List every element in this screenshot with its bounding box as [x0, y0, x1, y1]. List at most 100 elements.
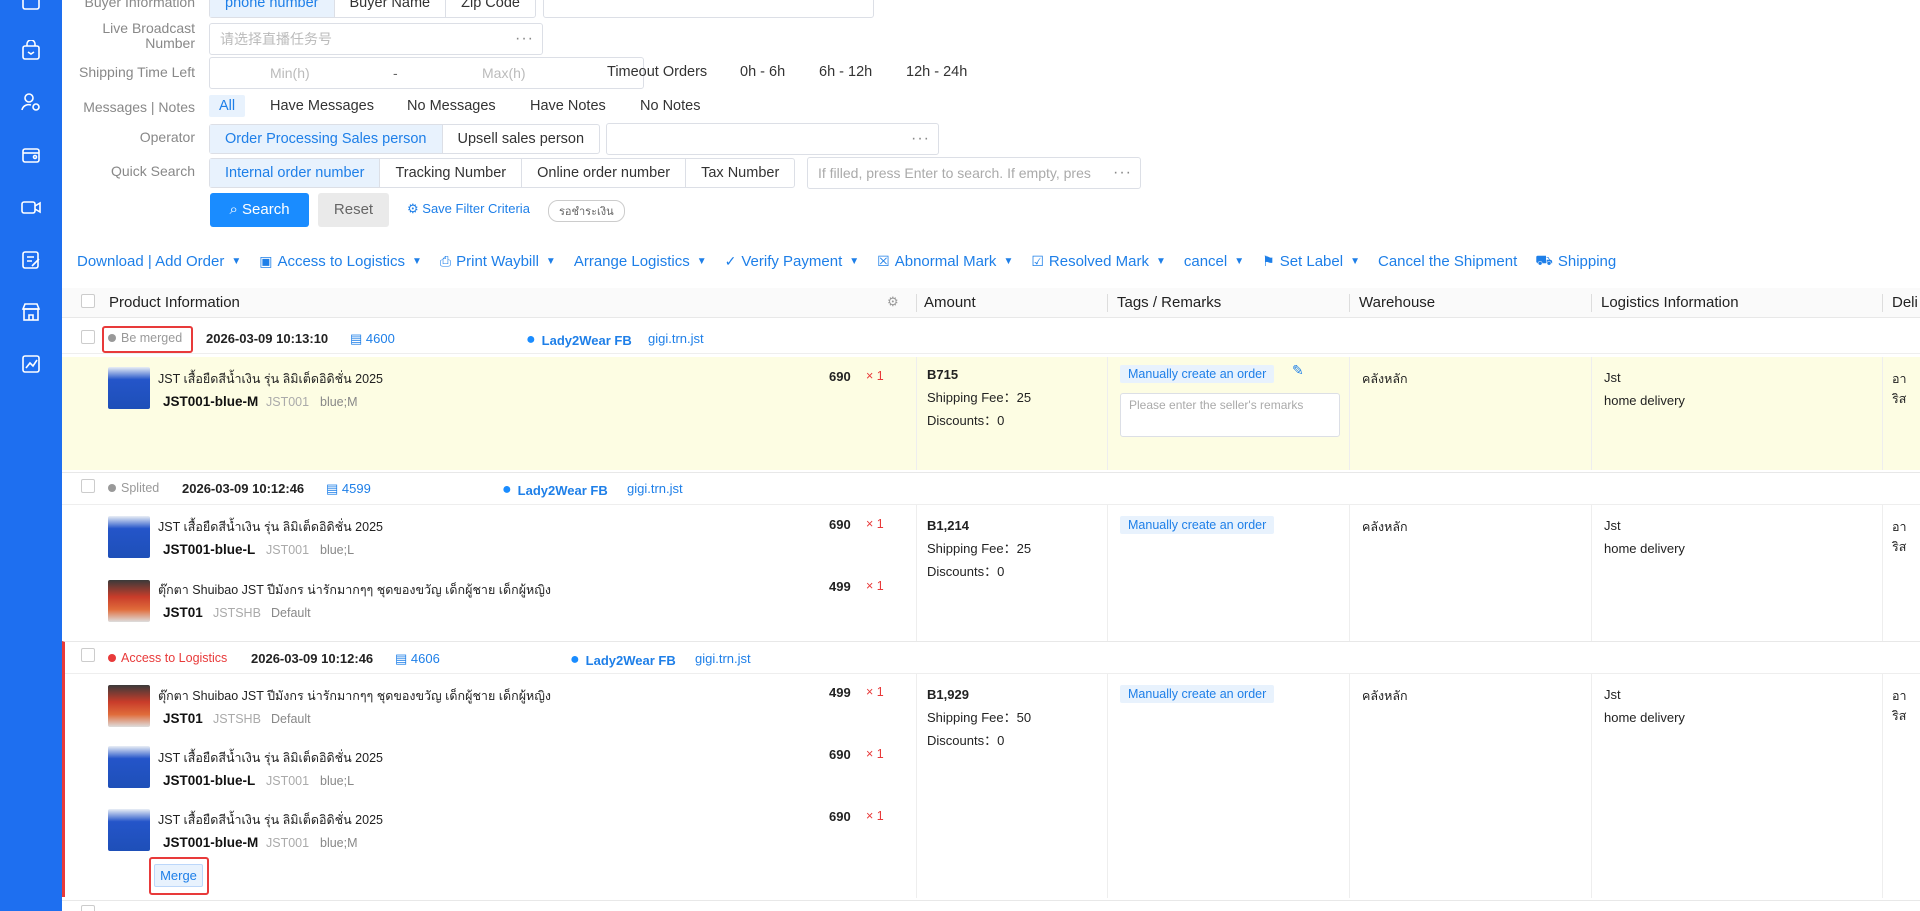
logistics-company: Jst: [1604, 518, 1621, 533]
shipping-time-label: Shipping Time Left: [79, 64, 195, 80]
warehouse-name: คลังหลัก: [1362, 520, 1408, 534]
live-broadcast-select[interactable]: 请选择直播任务号 ···: [209, 23, 543, 55]
product-variant: blue;M: [320, 836, 358, 850]
video-icon[interactable]: [20, 196, 42, 218]
search-button[interactable]: ⌕ Search: [210, 193, 309, 227]
order-header: Access to Logistics 2026-03-09 10:12:46 …: [65, 642, 1920, 674]
max-hours-input[interactable]: Max(h): [482, 58, 526, 88]
abnormal-mark-menu[interactable]: ☒ Abnormal Mark ▼: [877, 252, 1013, 271]
select-all-checkbox[interactable]: [81, 294, 95, 308]
order-date: 2026-03-09 10:13:10: [206, 331, 329, 346]
product-thumbnail: [108, 367, 150, 409]
option-order-processing[interactable]: Order Processing Sales person: [210, 125, 443, 153]
dashboard-icon[interactable]: [20, 0, 42, 14]
cancel-menu[interactable]: cancel ▼: [1184, 252, 1244, 271]
order-checkbox[interactable]: [81, 330, 95, 344]
order-checkbox[interactable]: [81, 905, 95, 911]
chevron-down-icon: ▼: [1155, 256, 1166, 267]
download-add-order-menu[interactable]: Download | Add Order ▼: [77, 252, 241, 271]
min-hours-input[interactable]: Min(h): [270, 58, 310, 88]
user-settings-icon[interactable]: [20, 91, 42, 113]
have-messages-option[interactable]: Have Messages: [270, 98, 374, 114]
order-tag: Manually create an order: [1120, 365, 1275, 383]
discounts: Discounts：0: [927, 413, 1005, 428]
discounts: Discounts：0: [927, 564, 1005, 579]
cancel-shipment-button[interactable]: Cancel the Shipment: [1378, 252, 1517, 271]
option-zip-code[interactable]: Zip Code: [446, 0, 535, 17]
col-divider: [1107, 294, 1108, 312]
shipping-button[interactable]: ⛟ Shipping: [1535, 252, 1616, 271]
timeout-6-12h-option[interactable]: 6h - 12h: [819, 64, 872, 80]
shop-account: gigi.trn.jst: [648, 331, 704, 346]
timeout-0-6h-option[interactable]: 0h - 6h: [740, 64, 785, 80]
cell-divider: [916, 357, 917, 470]
column-settings-icon[interactable]: ⚙: [887, 294, 899, 310]
save-filter-link[interactable]: ⚙ Save Filter Criteria: [407, 201, 530, 217]
chevron-down-icon: ▼: [849, 256, 860, 267]
order-id-link[interactable]: ▤ 4600: [350, 331, 395, 347]
logistics-company: Jst: [1604, 370, 1621, 385]
product-price: 690: [829, 517, 851, 532]
status-badge: Splited: [108, 481, 159, 495]
timeout-12-24h-option[interactable]: 12h - 24h: [906, 64, 967, 80]
cell-divider: [1591, 674, 1592, 898]
shopping-bag-icon[interactable]: [20, 39, 42, 62]
product-variant: Default: [271, 606, 311, 620]
set-label-menu[interactable]: ⚑ Set Label ▼: [1262, 252, 1360, 271]
next-order-row: [62, 900, 1920, 911]
operator-select[interactable]: ···: [606, 123, 939, 155]
product-thumbnail: [108, 809, 150, 851]
sidebar: [0, 0, 62, 911]
arrange-logistics-menu[interactable]: Arrange Logistics ▼: [574, 252, 707, 271]
order-date: 2026-03-09 10:12:46: [182, 481, 305, 496]
cell-divider: [1107, 357, 1108, 470]
print-waybill-menu[interactable]: ⎙ Print Waybill ▼: [440, 252, 556, 271]
cell-divider: [1591, 357, 1592, 470]
status-badge: Access to Logistics: [108, 651, 227, 665]
seller-remarks-input[interactable]: Please enter the seller's remarks: [1120, 393, 1340, 437]
wallet-icon[interactable]: [20, 144, 42, 166]
order-checkbox[interactable]: [81, 479, 95, 493]
no-notes-option[interactable]: No Notes: [640, 98, 700, 114]
edit-document-icon[interactable]: [20, 249, 42, 271]
quick-search-selector: Internal order number Tracking Number On…: [209, 158, 796, 188]
cell-divider: [916, 505, 917, 641]
have-notes-option[interactable]: Have Notes: [530, 98, 606, 114]
delivery-info: อาริส: [1892, 520, 1907, 554]
logistics-type: home delivery: [1604, 393, 1685, 408]
messages-all-option[interactable]: All: [209, 95, 246, 117]
order-header: Be merged 2026-03-09 10:13:10 ▤ 4600 ● La…: [62, 322, 1920, 354]
no-messages-option[interactable]: No Messages: [407, 98, 496, 114]
order-row: Access to Logistics 2026-03-09 10:12:46 …: [62, 641, 1920, 898]
option-tax-number[interactable]: Tax Number: [686, 159, 794, 187]
option-internal-order[interactable]: Internal order number: [210, 159, 381, 187]
option-buyer-name[interactable]: Buyer Name: [335, 0, 447, 17]
order-id-link[interactable]: ▤ 4606: [395, 651, 440, 667]
resolved-mark-menu[interactable]: ☑ Resolved Mark ▼: [1031, 252, 1166, 271]
more-icon: ···: [911, 130, 930, 147]
buyer-info-input[interactable]: [543, 0, 874, 18]
verify-payment-menu[interactable]: ✓ Verify Payment ▼: [725, 252, 860, 271]
chart-icon[interactable]: [20, 353, 42, 375]
order-id-link[interactable]: ▤ 4599: [326, 481, 371, 497]
quick-search-input[interactable]: If filled, press Enter to search. If emp…: [807, 157, 1141, 189]
product-thumbnail: [108, 516, 150, 558]
reset-button[interactable]: Reset: [318, 193, 389, 227]
col-delivery: Deli: [1892, 294, 1918, 311]
amount-block: B715 Shipping Fee：25 Discounts：0: [927, 363, 1031, 432]
order-checkbox[interactable]: [81, 648, 95, 662]
product-code: JST001: [266, 543, 310, 557]
store-icon[interactable]: [20, 301, 42, 323]
access-logistics-menu[interactable]: ▣ Access to Logistics ▼: [259, 252, 422, 271]
option-online-order[interactable]: Online order number: [522, 159, 687, 187]
gear-icon: ⚙: [407, 201, 419, 216]
product-thumbnail: [108, 746, 150, 788]
timeout-orders-option[interactable]: Timeout Orders: [607, 64, 707, 80]
option-tracking-number[interactable]: Tracking Number: [380, 159, 523, 187]
option-upsell[interactable]: Upsell sales person: [443, 125, 600, 153]
option-phone-number[interactable]: phone number: [210, 0, 335, 17]
warehouse-name: คลังหลัก: [1362, 689, 1408, 703]
edit-icon[interactable]: ✎: [1292, 362, 1304, 379]
saved-filter-pill[interactable]: รอชำระเงิน: [548, 200, 625, 222]
order-tag: Manually create an order: [1120, 516, 1275, 534]
